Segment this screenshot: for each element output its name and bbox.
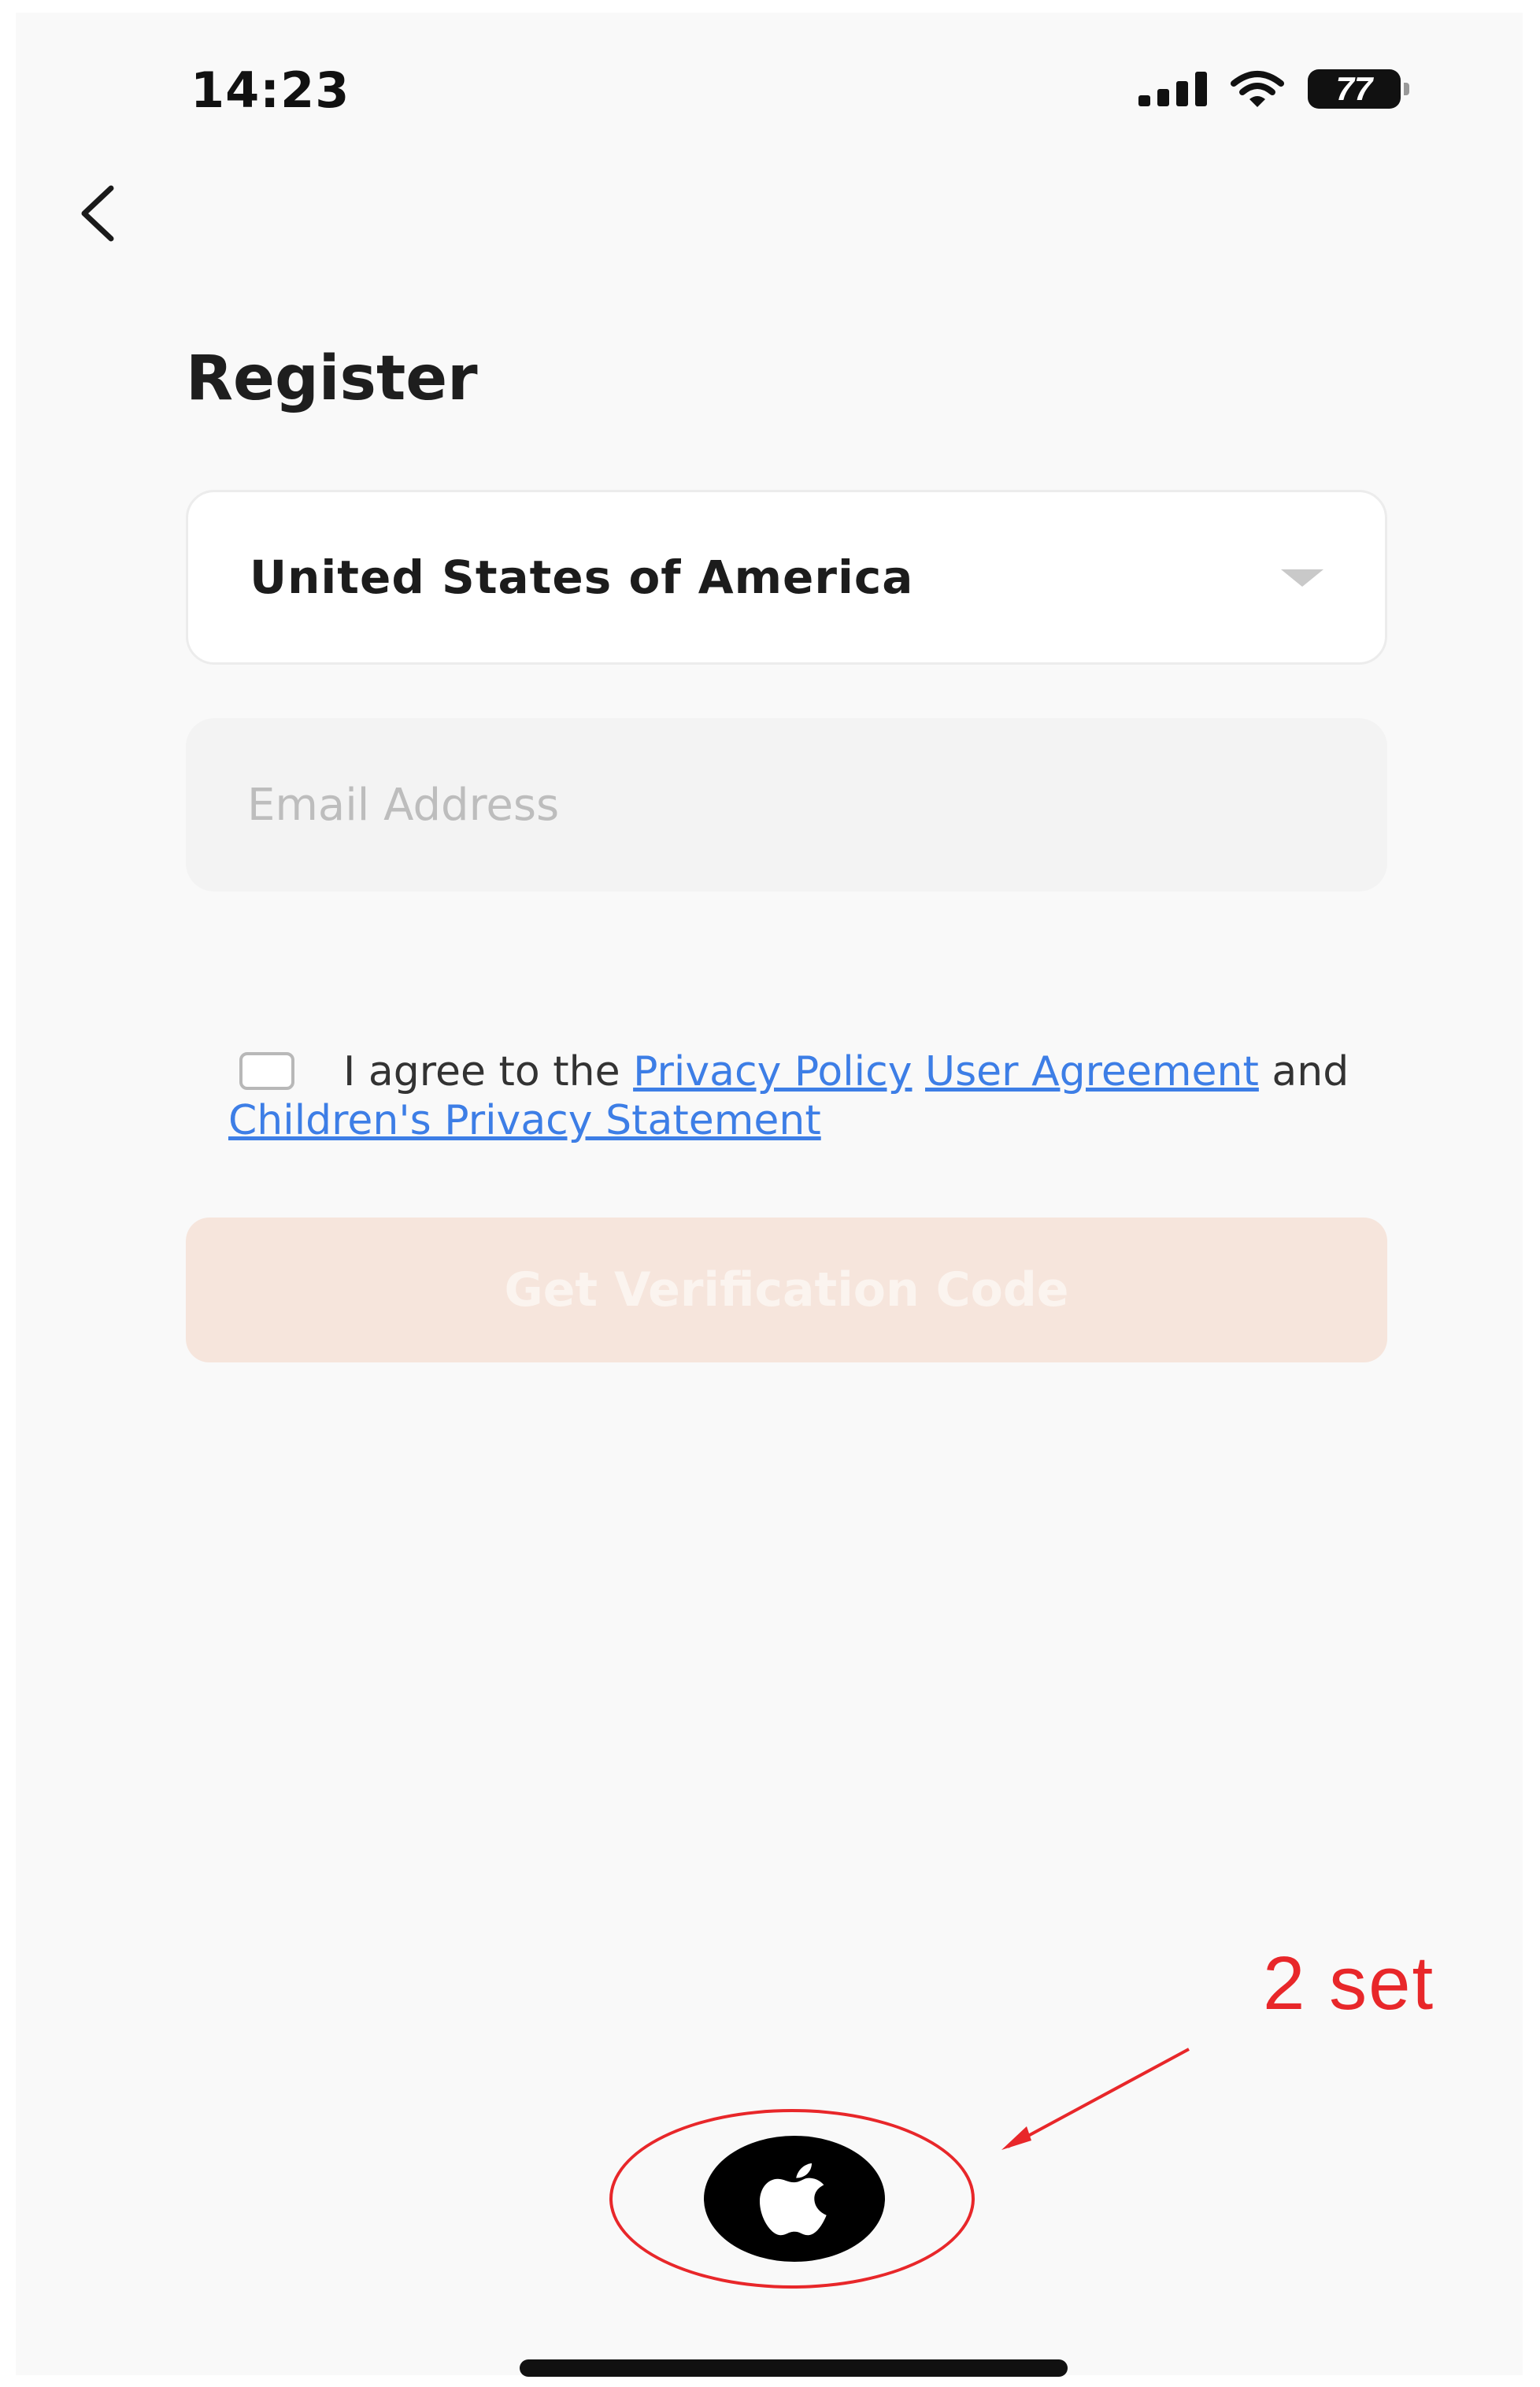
app-screen: 14:23 77 Register United States of Ameri… <box>16 13 1523 2377</box>
chevron-left-icon <box>81 185 114 242</box>
apple-icon <box>760 2163 827 2236</box>
status-icons: 77 <box>1138 69 1409 109</box>
annotation-label: 2 set <box>1263 1941 1435 2026</box>
agree-checkbox[interactable] <box>239 1052 294 1090</box>
page-title: Register <box>186 343 478 414</box>
dropdown-caret-icon <box>1281 569 1323 587</box>
status-time: 14:23 <box>191 61 350 119</box>
home-indicator <box>520 2359 1068 2377</box>
country-value: United States of America <box>250 550 914 604</box>
battery-level: 77 <box>1335 70 1373 107</box>
battery-icon: 77 <box>1308 69 1409 109</box>
signal-icon <box>1138 72 1207 106</box>
country-select[interactable]: United States of America <box>186 490 1387 665</box>
childrens-privacy-link[interactable]: Children's Privacy Statement <box>228 1097 821 1144</box>
wifi-icon <box>1231 71 1284 107</box>
get-verification-code-button[interactable]: Get Verification Code <box>186 1218 1387 1362</box>
annotation-arrow-icon <box>1001 2048 1190 2150</box>
agree-and-text: and <box>1272 1048 1349 1095</box>
user-agreement-link[interactable]: User Agreement <box>925 1048 1259 1095</box>
back-button[interactable] <box>63 178 134 249</box>
agree-prefix-text: I agree to the <box>343 1048 620 1095</box>
agreement-block: I agree to the Privacy Policy User Agree… <box>228 1047 1394 1145</box>
sign-in-with-apple-button[interactable] <box>704 2136 885 2262</box>
email-input[interactable] <box>186 718 1387 891</box>
privacy-policy-link[interactable]: Privacy Policy <box>633 1048 912 1095</box>
